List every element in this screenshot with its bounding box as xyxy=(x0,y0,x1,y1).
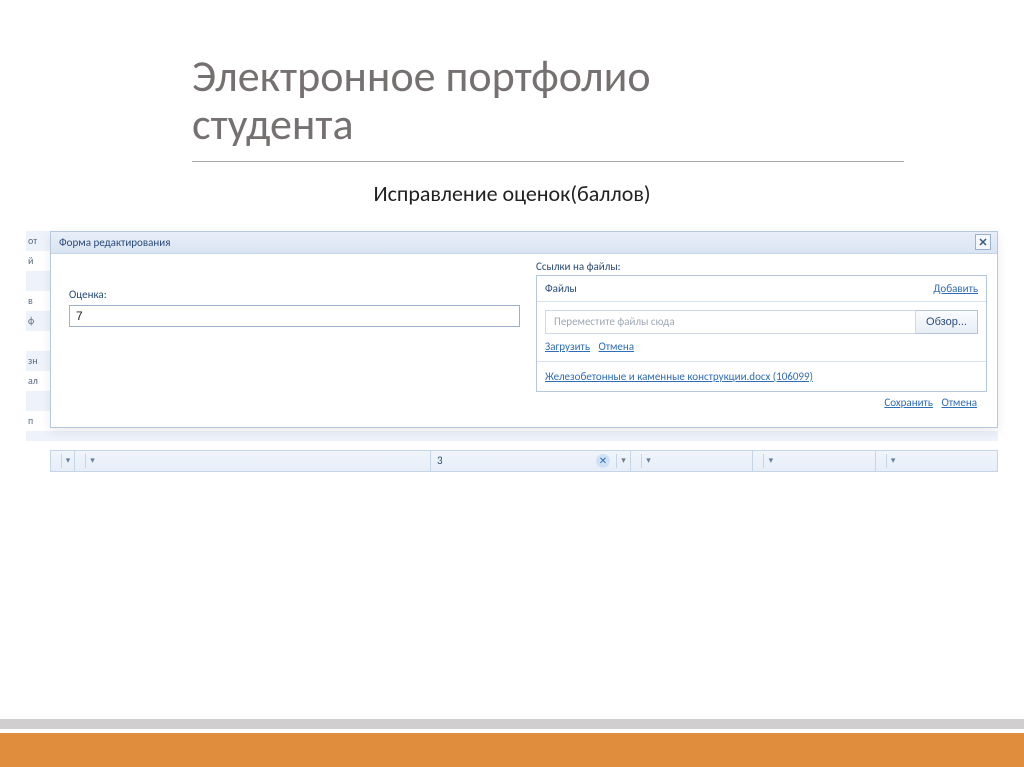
filter-cell-5[interactable]: ▾ xyxy=(876,451,997,471)
files-link-label: Ссылки на файлы: xyxy=(536,260,621,273)
chevron-down-icon: ▾ xyxy=(886,454,900,468)
save-link[interactable]: Сохранить xyxy=(884,396,933,409)
filter-value: 3 xyxy=(437,454,443,467)
grade-label: Оценка: xyxy=(69,288,520,301)
footer-strip xyxy=(0,719,1024,729)
chevron-down-icon: ▾ xyxy=(616,454,630,468)
cancel-link[interactable]: Отмена xyxy=(941,396,977,409)
footer-bar xyxy=(0,729,1024,767)
grade-input[interactable] xyxy=(69,305,520,327)
filter-cell-1[interactable]: ▾ xyxy=(75,451,431,471)
files-header-text: Файлы xyxy=(545,282,577,295)
slide-subtitle: Исправление оценок(баллов) xyxy=(0,180,1024,207)
attachment-link[interactable]: Железобетонные и каменные конструкции.do… xyxy=(545,370,813,383)
filter-rowselect[interactable]: ▾ xyxy=(51,451,75,471)
upload-cancel-link[interactable]: Отмена xyxy=(598,340,634,353)
chevron-down-icon: ▾ xyxy=(85,454,99,468)
slide-title: Электронное портфолио студента xyxy=(192,0,904,162)
close-button[interactable]: ✕ xyxy=(975,234,991,250)
background-row-labels: от й в ф зн ал п xyxy=(26,231,50,431)
files-panel: Файлы Добавить Переместите файлы сюда Об… xyxy=(536,275,987,392)
chevron-down-icon: ▾ xyxy=(763,454,777,468)
chevron-down-icon: ▾ xyxy=(61,454,74,468)
slide-title-line2: студента xyxy=(192,97,354,151)
close-icon: ✕ xyxy=(978,236,987,249)
dialog-title: Форма редактирования xyxy=(59,236,170,249)
slide-title-line1: Электронное портфолио xyxy=(192,49,651,103)
add-file-link[interactable]: Добавить xyxy=(933,282,978,295)
chevron-down-icon: ▾ xyxy=(641,454,655,468)
filter-cell-4[interactable]: ▾ xyxy=(753,451,875,471)
dialog-titlebar[interactable]: Форма редактирования ✕ xyxy=(51,232,997,254)
grid-filter-row: ▾ ▾ 3 ✕ ▾ ▾ ▾ ▾ xyxy=(50,450,998,472)
filter-cell-3[interactable]: ▾ xyxy=(631,451,753,471)
browse-button[interactable]: Обзор... xyxy=(916,310,978,334)
filter-cell-value[interactable]: 3 ✕ ▾ xyxy=(431,451,631,471)
dialog-footer: Сохранить Отмена xyxy=(536,392,987,417)
close-icon: ✕ xyxy=(599,454,607,467)
upload-link[interactable]: Загрузить xyxy=(545,340,590,353)
clear-filter-button[interactable]: ✕ xyxy=(596,454,610,468)
dropzone-placeholder: Переместите файлы сюда xyxy=(554,315,675,328)
edit-form-dialog: Форма редактирования ✕ Оценка: Ссылки на… xyxy=(50,231,998,428)
file-dropzone[interactable]: Переместите файлы сюда xyxy=(545,310,916,334)
